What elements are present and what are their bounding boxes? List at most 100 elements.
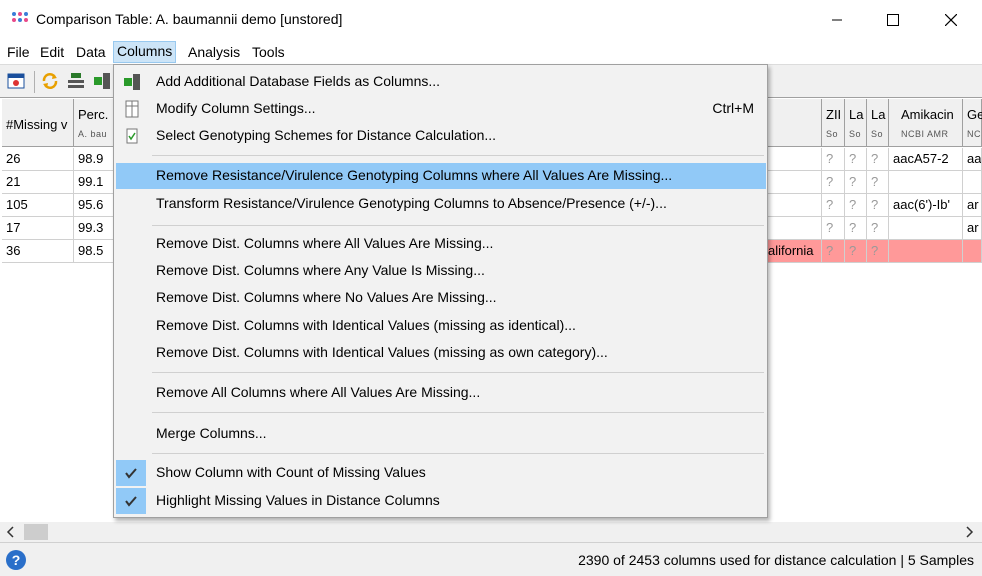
scroll-right-icon[interactable]: [964, 526, 974, 538]
table-cell[interactable]: 99.1: [74, 171, 114, 194]
table-cell[interactable]: aacA57-2: [889, 148, 963, 171]
menu-item-remove-dist-no-missing[interactable]: Remove Dist. Columns where No Values Are…: [116, 285, 766, 311]
menu-item-highlight-missing[interactable]: Highlight Missing Values in Distance Col…: [116, 488, 766, 514]
table-cell[interactable]: 36: [2, 240, 74, 263]
table-cell[interactable]: [889, 217, 963, 240]
table-cell[interactable]: [963, 240, 982, 263]
table-cell[interactable]: 26: [2, 148, 74, 171]
window-title: Comparison Table: A. baumannii demo [uns…: [36, 11, 343, 27]
help-icon[interactable]: ?: [6, 550, 26, 570]
menu-item-remove-resistance-missing[interactable]: Remove Resistance/Virulence Genotyping C…: [116, 163, 766, 189]
table-cell[interactable]: [963, 171, 982, 194]
menu-item-add-fields[interactable]: Add Additional Database Fields as Column…: [116, 69, 766, 95]
menu-bar: File Edit Data Columns Analysis Tools: [0, 40, 982, 64]
status-text: 2390 of 2453 columns used for distance c…: [578, 552, 974, 568]
table-cell[interactable]: ?: [845, 240, 867, 263]
toolbar-separator: [34, 71, 35, 93]
columns-menu-dropdown: Add Additional Database Fields as Column…: [113, 64, 768, 518]
menu-item-merge-columns[interactable]: Merge Columns...: [116, 421, 766, 447]
table-cell[interactable]: [768, 217, 822, 240]
menu-item-show-missing-count[interactable]: Show Column with Count of Missing Values: [116, 460, 766, 486]
col-header-zii[interactable]: ZII So: [822, 99, 845, 147]
table-cell[interactable]: aa: [963, 148, 982, 171]
scrollbar-thumb[interactable]: [24, 524, 48, 540]
table-cell[interactable]: ?: [867, 240, 889, 263]
table-cell[interactable]: 98.9: [74, 148, 114, 171]
menu-tools[interactable]: Tools: [249, 43, 288, 63]
menu-item-remove-dist-identical[interactable]: Remove Dist. Columns with Identical Valu…: [116, 313, 766, 339]
table-cell[interactable]: aac(6')-Ib': [889, 194, 963, 217]
checkmark-icon: [116, 460, 146, 486]
table-cell[interactable]: ar: [963, 217, 982, 240]
table-cell[interactable]: ?: [822, 148, 845, 171]
scroll-left-icon[interactable]: [6, 526, 16, 538]
table-cell[interactable]: ?: [867, 217, 889, 240]
add-columns-icon: [124, 74, 140, 90]
table-cell[interactable]: [768, 194, 822, 217]
checklist-icon: [126, 128, 138, 144]
table-cell[interactable]: ?: [867, 148, 889, 171]
table-cell[interactable]: alifornia: [768, 240, 822, 263]
table-cell[interactable]: ?: [822, 171, 845, 194]
menu-item-remove-dist-identical-own[interactable]: Remove Dist. Columns with Identical Valu…: [116, 340, 766, 366]
col-header-la2[interactable]: La So: [867, 99, 889, 147]
table-cell[interactable]: ?: [867, 171, 889, 194]
add-columns-icon[interactable]: [92, 71, 112, 91]
menu-analysis[interactable]: Analysis: [185, 43, 243, 63]
col-header-perc[interactable]: Perc. A. bau: [74, 99, 114, 147]
table-cell[interactable]: [768, 171, 822, 194]
menu-separator: [152, 225, 764, 226]
table-cell[interactable]: 98.5: [74, 240, 114, 263]
menu-columns[interactable]: Columns: [113, 41, 177, 63]
table-cell[interactable]: ?: [867, 194, 889, 217]
menu-item-modify-settings[interactable]: Modify Column Settings... Ctrl+M: [116, 96, 766, 122]
table-cell[interactable]: ar: [963, 194, 982, 217]
add-rows-icon[interactable]: [66, 71, 86, 91]
menu-separator: [152, 372, 764, 373]
table-cell[interactable]: ?: [822, 240, 845, 263]
table-cell[interactable]: [889, 171, 963, 194]
menu-item-select-schemes[interactable]: Select Genotyping Schemes for Distance C…: [116, 123, 766, 149]
table-cell[interactable]: ?: [845, 148, 867, 171]
menu-item-remove-dist-any-missing[interactable]: Remove Dist. Columns where Any Value Is …: [116, 258, 766, 284]
table-cell[interactable]: 99.3: [74, 217, 114, 240]
table-cell[interactable]: [768, 148, 822, 171]
col-header-missing[interactable]: #Missing v: [2, 99, 74, 147]
menu-item-transform-resistance[interactable]: Transform Resistance/Virulence Genotypin…: [116, 191, 766, 217]
table-cell[interactable]: ?: [845, 194, 867, 217]
menu-item-remove-all-missing[interactable]: Remove All Columns where All Values Are …: [116, 380, 766, 406]
menu-edit[interactable]: Edit: [37, 43, 67, 63]
maximize-button[interactable]: [864, 0, 922, 40]
refresh-icon[interactable]: [40, 71, 60, 91]
table-cell[interactable]: ?: [822, 217, 845, 240]
table-cell[interactable]: 105: [2, 194, 74, 217]
app-icon: [12, 12, 30, 26]
close-icon: [945, 14, 957, 26]
table-cell[interactable]: 95.6: [74, 194, 114, 217]
close-button[interactable]: [922, 0, 980, 40]
horizontal-scrollbar[interactable]: [0, 522, 982, 542]
table-settings-icon: [125, 100, 139, 118]
menu-separator: [152, 453, 764, 454]
col-header-ge[interactable]: Ge NC: [963, 99, 982, 147]
table-cell[interactable]: [889, 240, 963, 263]
col-header-la1[interactable]: La So: [845, 99, 867, 147]
menu-data[interactable]: Data: [73, 43, 109, 63]
table-cell[interactable]: 21: [2, 171, 74, 194]
menu-separator: [152, 412, 764, 413]
menu-separator: [152, 155, 764, 156]
checkmark-icon: [116, 488, 146, 514]
minimize-button[interactable]: [808, 0, 866, 40]
table-cell[interactable]: ?: [845, 171, 867, 194]
table-cell[interactable]: 17: [2, 217, 74, 240]
status-bar: ? 2390 of 2453 columns used for distance…: [0, 542, 982, 576]
menu-file[interactable]: File: [4, 43, 33, 63]
title-bar: Comparison Table: A. baumannii demo [uns…: [0, 0, 982, 40]
table-cell[interactable]: ?: [822, 194, 845, 217]
menu-item-remove-dist-all-missing[interactable]: Remove Dist. Columns where All Values Ar…: [116, 231, 766, 257]
screenshot-icon[interactable]: [6, 71, 26, 91]
col-header-amikacin[interactable]: Amikacin NCBI AMR: [889, 99, 963, 147]
minimize-icon: [832, 19, 842, 21]
col-header-hidden[interactable]: [768, 99, 822, 147]
table-cell[interactable]: ?: [845, 217, 867, 240]
